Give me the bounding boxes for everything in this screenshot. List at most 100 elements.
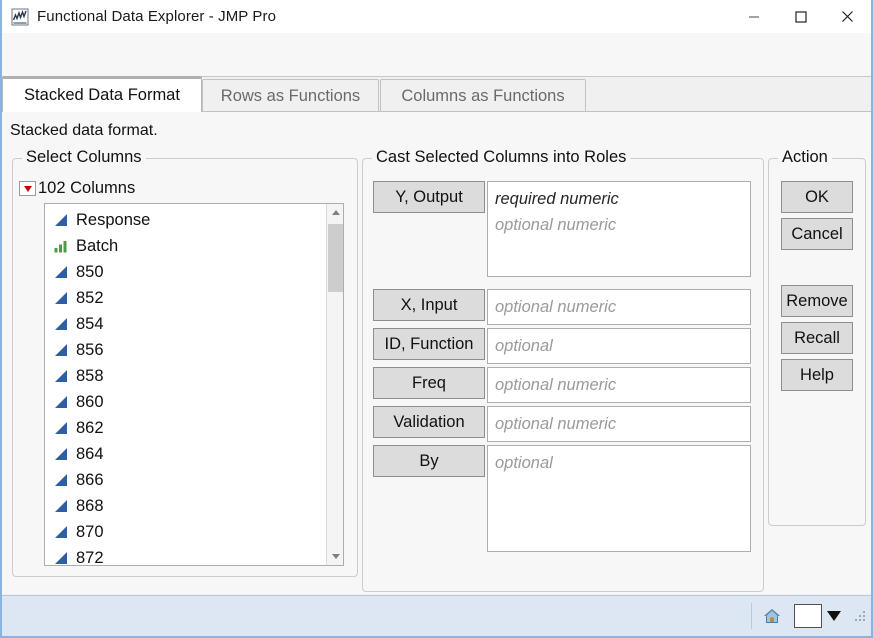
role-row-id-function: ID, Function optional bbox=[373, 328, 751, 364]
list-item-label: 850 bbox=[76, 263, 104, 282]
tab-label: Stacked Data Format bbox=[24, 86, 180, 105]
by-placeholder: optional bbox=[495, 450, 743, 476]
select-columns-panel: Select Columns 102 Columns ResponseBatch… bbox=[12, 158, 358, 577]
help-button[interactable]: Help bbox=[781, 359, 853, 391]
tab-label: Rows as Functions bbox=[221, 87, 360, 106]
window-title: Functional Data Explorer - JMP Pro bbox=[37, 8, 276, 25]
continuous-triangle-icon bbox=[53, 446, 69, 462]
tab-bar: Stacked Data Format Rows as Functions Co… bbox=[2, 76, 871, 112]
continuous-triangle-icon bbox=[53, 498, 69, 514]
continuous-triangle-icon bbox=[53, 472, 69, 488]
nominal-bars-icon bbox=[53, 238, 69, 254]
ok-button[interactable]: OK bbox=[781, 181, 853, 213]
continuous-triangle-icon bbox=[53, 212, 69, 228]
list-item[interactable]: 862 bbox=[45, 415, 326, 441]
list-item[interactable]: 856 bbox=[45, 337, 326, 363]
recall-button[interactable]: Recall bbox=[781, 322, 853, 354]
scroll-up-icon[interactable] bbox=[327, 204, 344, 221]
maximize-button[interactable] bbox=[777, 0, 824, 33]
list-item[interactable]: 870 bbox=[45, 519, 326, 545]
action-title: Action bbox=[778, 148, 832, 167]
caret-down-icon[interactable] bbox=[827, 611, 841, 621]
y-output-placeholder-required: required numeric bbox=[495, 186, 743, 212]
minimize-button[interactable] bbox=[730, 0, 777, 33]
tab-columns-as-functions[interactable]: Columns as Functions bbox=[380, 79, 586, 112]
list-item[interactable]: Response bbox=[45, 207, 326, 233]
validation-placeholder: optional numeric bbox=[495, 411, 743, 437]
continuous-triangle-icon bbox=[53, 550, 69, 566]
status-separator bbox=[751, 603, 752, 629]
resize-grip-icon[interactable] bbox=[853, 609, 867, 623]
list-item-label: 856 bbox=[76, 341, 104, 360]
list-item-label: 858 bbox=[76, 367, 104, 386]
list-item-label: 864 bbox=[76, 445, 104, 464]
page-subtitle: Stacked data format. bbox=[10, 122, 158, 140]
scrollbar-thumb[interactable] bbox=[328, 224, 343, 292]
title-bar: Functional Data Explorer - JMP Pro bbox=[2, 0, 871, 33]
tab-label: Columns as Functions bbox=[401, 87, 564, 106]
jmp-chart-icon bbox=[11, 8, 29, 26]
red-triangle-menu-icon[interactable] bbox=[19, 181, 36, 196]
list-item-label: Response bbox=[76, 211, 150, 230]
column-count-label: 102 Columns bbox=[38, 179, 135, 198]
list-item-label: 872 bbox=[76, 549, 104, 567]
y-output-button[interactable]: Y, Output bbox=[373, 181, 485, 213]
continuous-triangle-icon bbox=[53, 290, 69, 306]
dialog-body: Stacked data format. Select Columns 102 … bbox=[2, 112, 871, 594]
freq-dropzone[interactable]: optional numeric bbox=[487, 367, 751, 403]
role-row-validation: Validation optional numeric bbox=[373, 406, 751, 442]
continuous-triangle-icon bbox=[53, 394, 69, 410]
list-item-label: 854 bbox=[76, 315, 104, 334]
tab-stacked-data-format[interactable]: Stacked Data Format bbox=[2, 76, 202, 112]
role-row-y-output: Y, Output required numeric optional nume… bbox=[373, 181, 751, 277]
validation-dropzone[interactable]: optional numeric bbox=[487, 406, 751, 442]
list-item[interactable]: 850 bbox=[45, 259, 326, 285]
list-item[interactable]: 872 bbox=[45, 545, 326, 566]
list-item-label: 868 bbox=[76, 497, 104, 516]
status-bar bbox=[2, 595, 871, 636]
action-panel: Action OK Cancel Remove Recall Help bbox=[768, 158, 866, 526]
columns-list-scrollbar[interactable] bbox=[326, 204, 343, 565]
freq-button[interactable]: Freq bbox=[373, 367, 485, 399]
list-item[interactable]: 868 bbox=[45, 493, 326, 519]
column-count-row: 102 Columns bbox=[19, 179, 135, 198]
close-button[interactable] bbox=[824, 0, 871, 33]
list-item[interactable]: 852 bbox=[45, 285, 326, 311]
application-window: Functional Data Explorer - JMP Pro Stack… bbox=[0, 0, 873, 638]
list-item[interactable]: 864 bbox=[45, 441, 326, 467]
list-item[interactable]: 866 bbox=[45, 467, 326, 493]
role-row-freq: Freq optional numeric bbox=[373, 367, 751, 403]
by-dropzone[interactable]: optional bbox=[487, 445, 751, 552]
cancel-button[interactable]: Cancel bbox=[781, 218, 853, 250]
role-row-by: By optional bbox=[373, 445, 751, 552]
list-item-label: 870 bbox=[76, 523, 104, 542]
columns-list[interactable]: Response Batch 850 852 854 856 858 860 862 864 866… bbox=[44, 203, 344, 566]
list-item[interactable]: Batch bbox=[45, 233, 326, 259]
white-square-icon[interactable] bbox=[794, 604, 822, 628]
x-input-dropzone[interactable]: optional numeric bbox=[487, 289, 751, 325]
list-item-label: 862 bbox=[76, 419, 104, 438]
scroll-down-icon[interactable] bbox=[327, 548, 344, 565]
remove-button[interactable]: Remove bbox=[781, 285, 853, 317]
y-output-placeholder-optional: optional numeric bbox=[495, 212, 743, 238]
by-button[interactable]: By bbox=[373, 445, 485, 477]
home-icon[interactable] bbox=[760, 604, 784, 628]
list-item-label: Batch bbox=[76, 237, 118, 256]
role-row-x-input: X, Input optional numeric bbox=[373, 289, 751, 325]
id-function-dropzone[interactable]: optional bbox=[487, 328, 751, 364]
x-input-button[interactable]: X, Input bbox=[373, 289, 485, 321]
list-item[interactable]: 860 bbox=[45, 389, 326, 415]
list-item-label: 866 bbox=[76, 471, 104, 490]
continuous-triangle-icon bbox=[53, 316, 69, 332]
list-item[interactable]: 858 bbox=[45, 363, 326, 389]
id-function-button[interactable]: ID, Function bbox=[373, 328, 485, 360]
toolbar-strip bbox=[2, 33, 871, 77]
validation-button[interactable]: Validation bbox=[373, 406, 485, 438]
select-columns-title: Select Columns bbox=[22, 148, 146, 167]
tab-rows-as-functions[interactable]: Rows as Functions bbox=[202, 79, 379, 112]
list-item[interactable]: 854 bbox=[45, 311, 326, 337]
continuous-triangle-icon bbox=[53, 420, 69, 436]
y-output-dropzone[interactable]: required numeric optional numeric bbox=[487, 181, 751, 277]
list-item-label: 852 bbox=[76, 289, 104, 308]
id-function-placeholder: optional bbox=[495, 333, 743, 359]
